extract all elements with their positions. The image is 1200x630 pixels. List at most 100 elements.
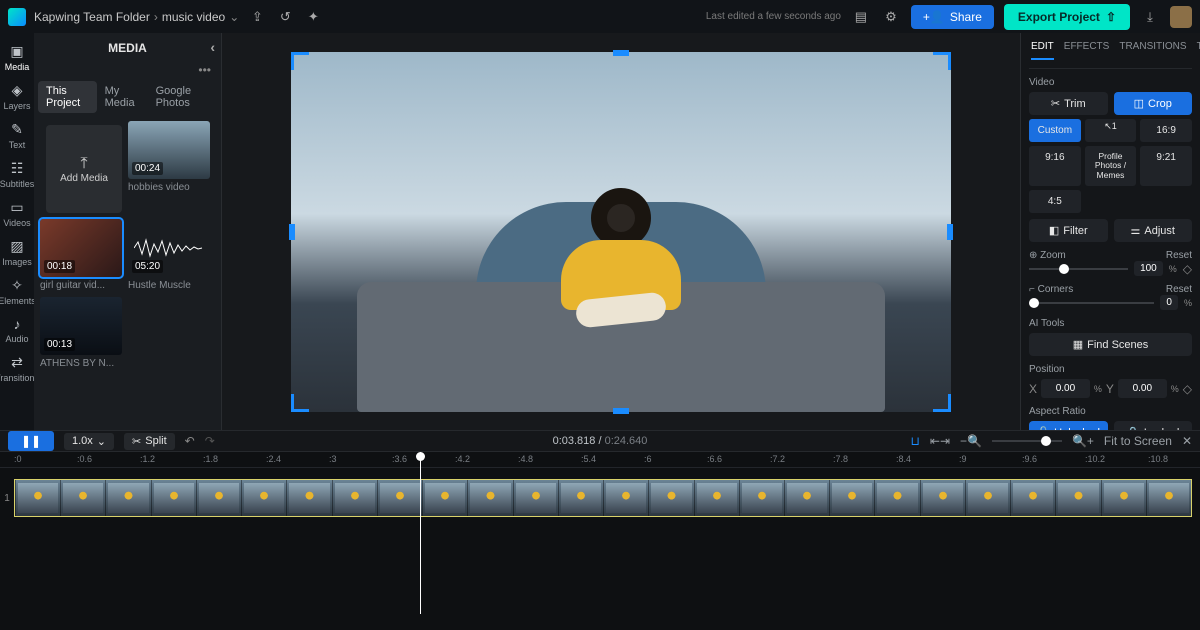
resize-handle-top[interactable] xyxy=(613,50,629,56)
zoom-in-icon[interactable]: 🔍+ xyxy=(1072,434,1094,448)
unlocked-button[interactable]: 🔓Unlocked xyxy=(1029,421,1108,430)
sidebar-text[interactable]: ✎Text xyxy=(1,117,33,154)
download-icon[interactable]: ⤓ xyxy=(1140,7,1160,27)
timecode: 0:03.818 / 0:24.640 xyxy=(553,435,648,447)
settings-icon[interactable]: ⚙ xyxy=(881,7,901,27)
x-input[interactable]: 0.00 xyxy=(1041,379,1090,398)
images-icon: ▨ xyxy=(10,238,23,255)
speed-selector[interactable]: 1.0x⌄ xyxy=(64,433,114,450)
ratio-profile[interactable]: Profile Photos / Memes xyxy=(1085,146,1137,186)
media-item[interactable]: 00:18 girl guitar vid... xyxy=(40,219,122,291)
ratio-4-5[interactable]: 4:5 xyxy=(1029,190,1081,213)
ratio-9-21[interactable]: 9:21 xyxy=(1140,146,1192,186)
upload-icon[interactable]: ⇪ xyxy=(247,7,267,27)
breadcrumb-project[interactable]: music video xyxy=(162,10,225,24)
ruler-tick: :9 xyxy=(959,454,967,464)
corners-slider[interactable] xyxy=(1029,302,1154,304)
zoom-reset[interactable]: Reset xyxy=(1166,250,1192,261)
split-button[interactable]: ✂Split xyxy=(124,433,175,450)
locked-button[interactable]: 🔒Locked xyxy=(1114,421,1193,430)
history-icon[interactable]: ↺ xyxy=(275,7,295,27)
diamond-icon[interactable]: ◇ xyxy=(1183,382,1192,396)
resize-handle-right[interactable] xyxy=(947,224,953,240)
corners-value[interactable]: 0 xyxy=(1160,295,1178,310)
breadcrumb[interactable]: Kapwing Team Folder › music video ⌄ xyxy=(34,10,239,24)
trim-button[interactable]: ✂Trim xyxy=(1029,92,1108,115)
tab-google-photos[interactable]: Google Photos xyxy=(148,81,217,113)
sidebar-images[interactable]: ▨Images xyxy=(1,234,33,271)
avatar[interactable] xyxy=(1170,6,1192,28)
share-button[interactable]: +👤 Share xyxy=(911,5,994,29)
media-tabs: This Project My Media Google Photos xyxy=(34,81,221,121)
ratio-custom[interactable]: Custom xyxy=(1029,119,1081,142)
sidebar-subtitles[interactable]: ☷Subtitles xyxy=(1,156,33,193)
clip-thumbnail xyxy=(920,480,965,516)
tab-this-project[interactable]: This Project xyxy=(38,81,97,113)
media-item[interactable]: 05:20 Hustle Muscle xyxy=(128,219,210,291)
diamond-icon[interactable]: ◇ xyxy=(1183,262,1192,276)
ratio-16-9[interactable]: 16:9 xyxy=(1140,119,1192,142)
canvas[interactable] xyxy=(222,33,1020,430)
resize-handle-tl[interactable] xyxy=(291,52,309,70)
resize-handle-tr[interactable] xyxy=(933,52,951,70)
timeline: :0:0.6:1.2:1.8:2.4:3:3.6:4.2:4.8:5.4:6:6… xyxy=(0,452,1200,630)
corners-reset[interactable]: Reset xyxy=(1166,284,1192,295)
trim-icon: ✂ xyxy=(1051,97,1060,110)
resize-handle-bottom[interactable] xyxy=(613,408,629,414)
media-item[interactable]: 00:13 ATHENS BY N... xyxy=(40,297,122,369)
tab-my-media[interactable]: My Media xyxy=(97,81,148,113)
sidebar-media[interactable]: ▣Media xyxy=(1,39,33,76)
redo-icon[interactable]: ↷ xyxy=(205,434,215,448)
resize-handle-bl[interactable] xyxy=(291,394,309,412)
tab-edit[interactable]: EDIT xyxy=(1031,41,1054,60)
properties-panel: EDIT EFFECTS TRANSITIONS TIMING Video ✂T… xyxy=(1020,33,1200,430)
export-icon: ⇧ xyxy=(1106,10,1116,24)
breadcrumb-folder[interactable]: Kapwing Team Folder xyxy=(34,10,150,24)
sparkle-icon[interactable]: ✦ xyxy=(303,7,323,27)
close-icon[interactable]: ✕ xyxy=(1182,434,1192,448)
aspect-label: Aspect Ratio xyxy=(1029,406,1192,417)
video-frame[interactable] xyxy=(291,52,951,412)
track-row: 1 xyxy=(0,476,1200,520)
sidebar-elements[interactable]: ✧Elements xyxy=(1,273,33,310)
zoom-out-icon[interactable]: −🔍 xyxy=(960,434,982,448)
ruler-tick: :0.6 xyxy=(77,454,92,464)
fit-to-screen[interactable]: Fit to Screen xyxy=(1104,434,1172,448)
export-button[interactable]: Export Project ⇧ xyxy=(1004,4,1130,30)
snap-icon[interactable]: ⇤⇥ xyxy=(930,434,950,448)
chevron-down-icon[interactable]: ⌄ xyxy=(229,10,239,24)
find-scenes-button[interactable]: ▦Find Scenes xyxy=(1029,333,1192,356)
add-media-button[interactable]: ⤒ Add Media xyxy=(46,125,122,213)
sidebar-audio[interactable]: ♪Audio xyxy=(1,312,33,348)
y-input[interactable]: 0.00 xyxy=(1118,379,1167,398)
cursor-icon: ↖ xyxy=(1104,121,1112,131)
pause-button[interactable]: ❚❚ xyxy=(8,431,54,451)
playhead[interactable] xyxy=(420,452,421,614)
zoom-value[interactable]: 100 xyxy=(1134,261,1163,276)
tab-effects[interactable]: EFFECTS xyxy=(1064,41,1110,60)
collapse-icon[interactable]: ‹ xyxy=(210,39,215,55)
filter-button[interactable]: ◧Filter xyxy=(1029,219,1108,242)
media-item[interactable]: 00:24 hobbies video xyxy=(128,121,210,213)
more-icon[interactable]: ••• xyxy=(34,63,221,81)
sidebar-videos[interactable]: ▭Videos xyxy=(1,195,33,232)
resize-handle-br[interactable] xyxy=(933,394,951,412)
sidebar-layers[interactable]: ◈Layers xyxy=(1,78,33,115)
comment-icon[interactable]: ▤ xyxy=(851,7,871,27)
undo-icon[interactable]: ↶ xyxy=(185,434,195,448)
sidebar-transitions[interactable]: ⇄Transitions xyxy=(1,350,33,387)
zoom-slider[interactable] xyxy=(1029,268,1128,270)
clip-thumbnail xyxy=(694,480,739,516)
timeline-ruler[interactable]: :0:0.6:1.2:1.8:2.4:3:3.6:4.2:4.8:5.4:6:6… xyxy=(0,452,1200,468)
timeline-zoom-slider[interactable] xyxy=(992,440,1062,442)
tab-transitions[interactable]: TRANSITIONS xyxy=(1119,41,1186,60)
ratio-1-1[interactable]: ↖1 xyxy=(1085,119,1137,142)
video-clip[interactable] xyxy=(14,479,1192,517)
adjust-button[interactable]: ⚌Adjust xyxy=(1114,219,1193,242)
tab-timing[interactable]: TIMING xyxy=(1197,41,1200,60)
crop-button[interactable]: ◫Crop xyxy=(1114,92,1193,115)
ratio-9-16[interactable]: 9:16 xyxy=(1029,146,1081,186)
magnet-icon[interactable]: ⊔ xyxy=(911,434,920,448)
resize-handle-left[interactable] xyxy=(289,224,295,240)
app-logo[interactable] xyxy=(8,8,26,26)
